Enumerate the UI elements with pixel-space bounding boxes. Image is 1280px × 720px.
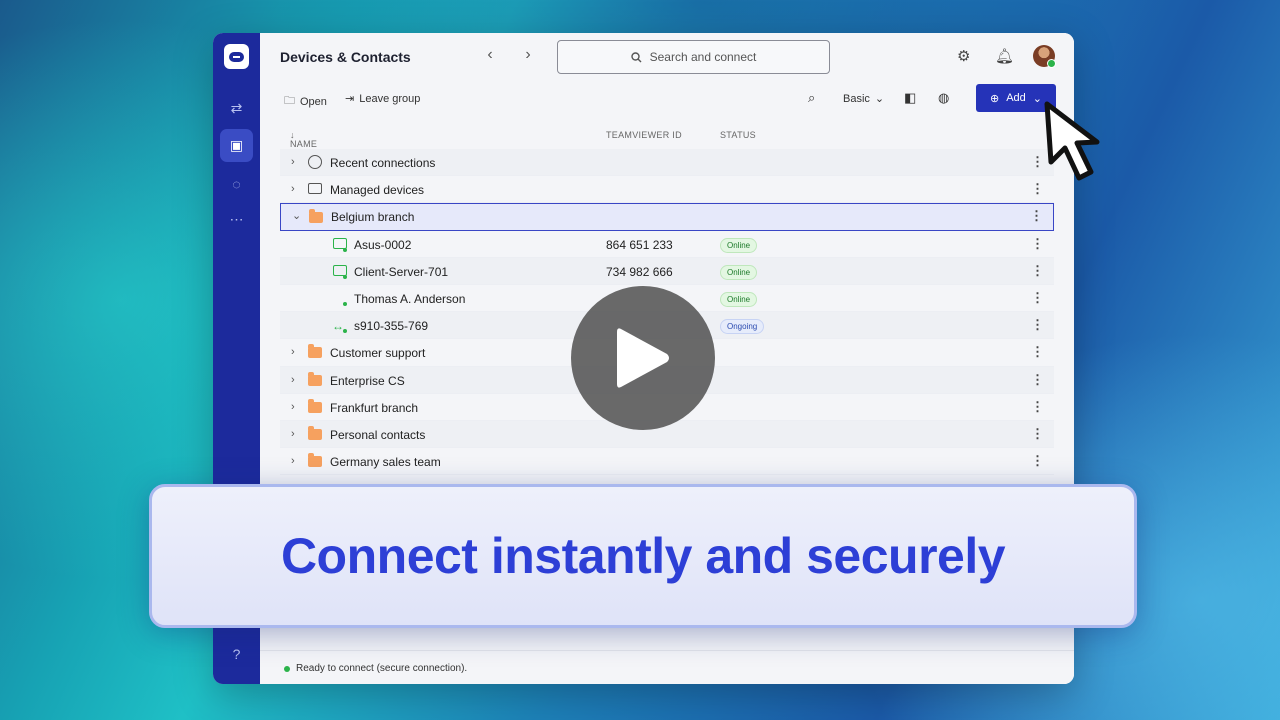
chevron-down-icon: ⌄ [874,93,885,105]
online-dot-icon [343,301,347,306]
chevron-right-icon[interactable]: › [291,183,295,195]
leave-group-button[interactable]: ⇥ Leave group [345,92,421,106]
folder-icon [308,398,322,413]
status-badge: Ongoing [720,319,765,335]
column-teamviewer-id[interactable]: TEAMVIEWER ID [606,130,682,140]
devices-contacts-icon[interactable]: ▣ [220,129,253,162]
clock-icon [308,155,322,169]
chevron-right-icon[interactable]: › [291,428,295,440]
play-button[interactable] [571,286,715,430]
more-options-icon[interactable]: ⋮ [1031,317,1044,333]
toolbar: 🗀︎ Open ⇥ Leave group ⌕ Basic ⌄ ◧ ◍ [260,81,1074,117]
row-label: Managed devices [330,183,425,198]
status-badge: Online [720,237,758,253]
column-status[interactable]: STATUS [720,130,756,140]
online-dot-icon [343,274,347,279]
play-icon [617,328,669,388]
table-row[interactable]: › Recent connections ⋮ [280,149,1054,177]
more-options-icon[interactable]: ⋮ [1031,372,1044,388]
folder-icon [308,371,322,386]
connection-status-dot-icon [284,666,290,672]
more-options-icon[interactable]: ⋮ [1031,236,1044,252]
status-badge: Online [720,291,758,307]
search-placeholder: Search and connect [649,50,757,64]
more-options-icon[interactable]: ⋮ [1031,263,1044,279]
chevron-right-icon[interactable]: › [291,374,295,386]
row-id: 864 651 233 [606,237,673,252]
bell-icon[interactable]: 🔔︎ [995,47,1014,65]
view-mode-label: Basic [843,92,870,105]
chevron-right-icon[interactable]: › [291,156,295,168]
status-bar: Ready to connect (secure connection). [260,650,1074,684]
mouse-pointer-icon [1044,101,1100,181]
more-options-icon[interactable]: ⋮ [1031,344,1044,360]
status-text: Ready to connect (secure connection). [296,663,468,674]
banner-text: Connect instantly and securely [280,528,1006,584]
chat-icon[interactable]: ◌ [220,167,253,200]
folder-icon [308,425,322,440]
row-label: Germany sales team [330,455,441,470]
row-label: Thomas A. Anderson [354,291,466,306]
chevron-down-icon[interactable]: ⌄ [292,209,301,222]
row-label: Customer support [330,346,426,361]
row-label: Enterprise CS [330,373,405,388]
table-row[interactable]: › Managed devices ⋮ [280,176,1054,204]
row-id: 734 982 666 [606,264,673,279]
chevron-right-icon[interactable]: › [291,455,295,467]
globe-icon[interactable]: ◍ [938,90,949,106]
open-label: Open [300,95,327,108]
more-icon[interactable]: ⋯ [220,203,253,236]
folder-icon [308,344,322,359]
row-label: Asus-0002 [354,237,412,252]
top-bar: Devices & Contacts ‹ › Search and connec… [260,33,1074,81]
teamviewer-logo [224,44,249,69]
search-input[interactable]: Search and connect [557,40,830,74]
table-row[interactable]: Asus-0002 864 651 233 Online ⋮ [280,231,1054,258]
remote-connect-icon[interactable]: ⇄ [220,92,253,125]
avatar[interactable] [1033,45,1056,68]
panel-toggle-icon[interactable]: ◧ [904,90,916,106]
more-options-icon[interactable]: ⋮ [1031,426,1044,442]
table-row[interactable]: › Germany sales team ⋮ [280,448,1054,476]
row-label: s910-355-769 [354,319,429,334]
table-row[interactable]: Client-Server-701 734 982 666 Online ⋮ [280,257,1054,285]
row-label: Belgium branch [331,210,415,225]
more-options-icon[interactable]: ⋮ [1031,399,1044,415]
table-header: NAME ↓ TEAMVIEWER ID STATUS [280,121,1054,149]
folder-icon [308,453,322,468]
page-title: Devices & Contacts [280,49,411,65]
device-icon [333,237,347,249]
monitor-icon [308,183,322,195]
row-label: Recent connections [330,156,436,170]
forward-arrow-icon[interactable]: › [518,46,538,64]
leave-group-label: Leave group [359,92,421,105]
caption-banner: Connect instantly and securely [149,484,1137,628]
more-options-icon[interactable]: ⋮ [1030,208,1043,224]
view-mode-dropdown[interactable]: Basic ⌄ [843,92,885,106]
filter-search-icon[interactable]: ⌕ [808,90,815,106]
back-arrow-icon[interactable]: ‹ [480,46,500,64]
open-button[interactable]: 🗀︎ Open [284,92,327,111]
plus-circle-icon: ⊕ [989,92,1000,105]
add-label: Add [1006,92,1026,104]
online-dot-icon [343,329,347,334]
row-label: Frankfurt branch [330,400,419,415]
more-options-icon[interactable]: ⋮ [1031,290,1044,306]
online-dot-icon [343,247,347,252]
row-label: Client-Server-701 [354,264,449,279]
status-badge: Online [720,264,758,280]
folder-open-icon: 🗀︎ [284,95,295,107]
folder-icon [309,209,323,224]
chevron-right-icon[interactable]: › [291,346,295,358]
row-label: Personal contacts [330,427,426,442]
table-row-selected[interactable]: ⌄ Belgium branch ⋮ [280,203,1054,231]
chevron-down-icon: ⌄ [1032,92,1042,105]
chevron-right-icon[interactable]: › [291,401,295,413]
gear-icon[interactable]: ⚙ [957,47,970,65]
leave-icon: ⇥ [345,93,355,105]
column-name[interactable]: NAME ↓ [290,130,317,149]
search-icon [630,51,642,62]
more-options-icon[interactable]: ⋮ [1031,453,1044,469]
help-icon[interactable]: ? [220,637,253,670]
